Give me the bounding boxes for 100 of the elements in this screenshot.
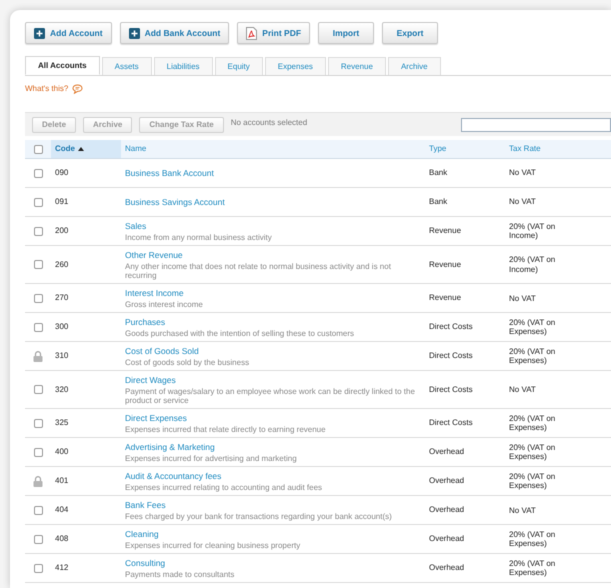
account-name-link[interactable]: Bank Fees — [125, 499, 166, 512]
help-link[interactable]: What's this? — [25, 83, 68, 95]
account-code: 310 — [54, 350, 70, 362]
account-description: Expenses incurred for advertising and marketing — [125, 454, 298, 464]
column-header[interactable]: Code — [51, 140, 121, 158]
pdf-document-icon — [246, 26, 258, 40]
account-description: Expenses incurred for cleaning business property — [125, 541, 302, 550]
lock-icon — [33, 476, 43, 487]
column-header[interactable]: Tax Rate — [505, 140, 611, 158]
tab[interactable]: Revenue — [328, 57, 386, 75]
lock-icon — [33, 350, 43, 362]
account-description: Expenses incurred relating to accounting and audit fees — [125, 483, 324, 492]
checkbox[interactable] — [34, 260, 42, 270]
tab[interactable]: Assets — [102, 57, 152, 75]
account-code: 270 — [54, 292, 70, 304]
tax-rate: 20% (VAT on Expenses) — [508, 414, 556, 432]
sort-ascending-icon — [78, 147, 84, 151]
account-type: Bank — [428, 167, 448, 179]
checkbox[interactable] — [34, 564, 42, 573]
account-code: 325 — [54, 417, 70, 430]
tax-rate: 20% (VAT on Expenses) — [508, 443, 556, 462]
account-name-link[interactable]: Sales — [125, 220, 146, 233]
plus-icon — [34, 28, 45, 38]
toolbar-button[interactable]: Export — [382, 22, 438, 44]
tax-rate: 20% (VAT on Expenses) — [508, 559, 556, 578]
account-name-link[interactable]: Cost of Goods Sold — [125, 345, 199, 358]
account-name-link[interactable]: Direct Wages — [125, 374, 176, 387]
toolbar-button[interactable]: Print PDF — [237, 22, 310, 44]
account-type: Overhead — [428, 533, 466, 546]
account-code: 401 — [54, 475, 70, 488]
account-type: Overhead — [428, 562, 466, 574]
account-description: Gross interest income — [125, 300, 204, 310]
account-name-link[interactable]: Direct Expenses — [125, 412, 187, 426]
search-field[interactable] — [461, 118, 611, 132]
checkbox[interactable] — [34, 534, 42, 544]
tax-rate: 20% (VAT on Expenses) — [508, 472, 556, 490]
column-header[interactable]: Type — [425, 140, 505, 158]
account-name-link[interactable]: Cleaning — [125, 528, 159, 542]
tax-rate: No VAT — [508, 506, 537, 515]
tax-rate: No VAT — [508, 385, 537, 394]
plus-icon — [128, 28, 140, 38]
checkbox[interactable] — [34, 506, 42, 515]
checkbox[interactable] — [34, 448, 42, 457]
account-name-link[interactable]: Business Bank Account — [125, 166, 214, 180]
toolbar-button[interactable]: Import — [318, 22, 374, 44]
checkbox[interactable] — [34, 144, 42, 154]
checkbox[interactable] — [34, 226, 42, 236]
tab[interactable]: Liabilities — [154, 57, 213, 75]
tax-rate: No VAT — [508, 294, 537, 303]
account-description: Fees charged by your bank for transactions regarding your bank account(s) — [125, 512, 393, 522]
account-code: 412 — [54, 562, 70, 574]
account-name-link[interactable]: Business Savings Account — [125, 196, 225, 208]
account-type: Direct Costs — [428, 417, 474, 430]
speech-bubble-icon — [72, 84, 84, 94]
checkbox[interactable] — [34, 294, 42, 303]
account-type: Overhead — [428, 446, 466, 458]
account-description: Expenses incurred that relate directly to earning revenue — [125, 425, 327, 434]
account-description: Any other income that does not relate to normal business activity and is not recurring — [125, 262, 392, 280]
account-name-link[interactable]: Interest Income — [125, 287, 184, 300]
account-type: Direct Costs — [428, 321, 474, 334]
tab[interactable]: Equity — [214, 57, 263, 75]
tab[interactable]: Archive — [388, 57, 441, 75]
account-code: 400 — [54, 446, 70, 458]
column-header[interactable]: Name — [121, 140, 425, 158]
tax-rate: 20% (VAT on Income) — [508, 222, 556, 240]
account-code: 320 — [54, 384, 70, 396]
account-name-link[interactable]: Purchases — [125, 316, 166, 329]
checkbox[interactable] — [34, 322, 42, 332]
account-description: Goods purchased with the intention of selling these to customers — [125, 328, 356, 338]
toolbar-button[interactable]: Add Bank Account — [120, 22, 230, 44]
account-name-link[interactable]: Consulting — [125, 557, 166, 570]
checkbox[interactable] — [34, 418, 42, 428]
account-type: Overhead — [428, 475, 466, 488]
account-description: Payments made to consultants — [125, 570, 236, 580]
tax-rate: No VAT — [508, 168, 537, 178]
account-type: Direct Costs — [428, 384, 474, 396]
account-code: 090 — [54, 167, 70, 179]
account-description: Payment of wages/salary to an employee whose work can be directly linked to the product or service — [125, 386, 416, 406]
tax-rate: 20% (VAT on Expenses) — [508, 346, 556, 366]
tab[interactable]: All Accounts — [25, 56, 100, 75]
account-type: Overhead — [428, 504, 466, 516]
account-description: Cost of goods sold by the business — [125, 358, 250, 368]
account-code: 404 — [54, 504, 70, 516]
account-type: Revenue — [428, 292, 462, 304]
account-code: 300 — [54, 321, 70, 334]
checkbox[interactable] — [34, 168, 42, 178]
tax-rate: 20% (VAT on Income) — [508, 255, 556, 274]
toolbar-button[interactable]: Add Account — [25, 22, 112, 44]
account-type: Direct Costs — [428, 350, 474, 362]
tab[interactable]: Expenses — [264, 57, 326, 75]
checkbox[interactable] — [34, 385, 42, 394]
checkbox[interactable] — [34, 198, 42, 206]
account-description: Income from any normal business activity — [125, 232, 273, 242]
account-name-link[interactable]: Other Revenue — [125, 249, 183, 262]
account-name-link[interactable]: Audit & Accountancy fees — [125, 470, 222, 484]
account-name-link[interactable]: Advertising & Marketing — [125, 441, 215, 454]
account-code: 091 — [54, 196, 70, 208]
account-type: Revenue — [428, 225, 462, 237]
account-code: 260 — [54, 258, 70, 271]
account-type: Bank — [428, 196, 448, 208]
